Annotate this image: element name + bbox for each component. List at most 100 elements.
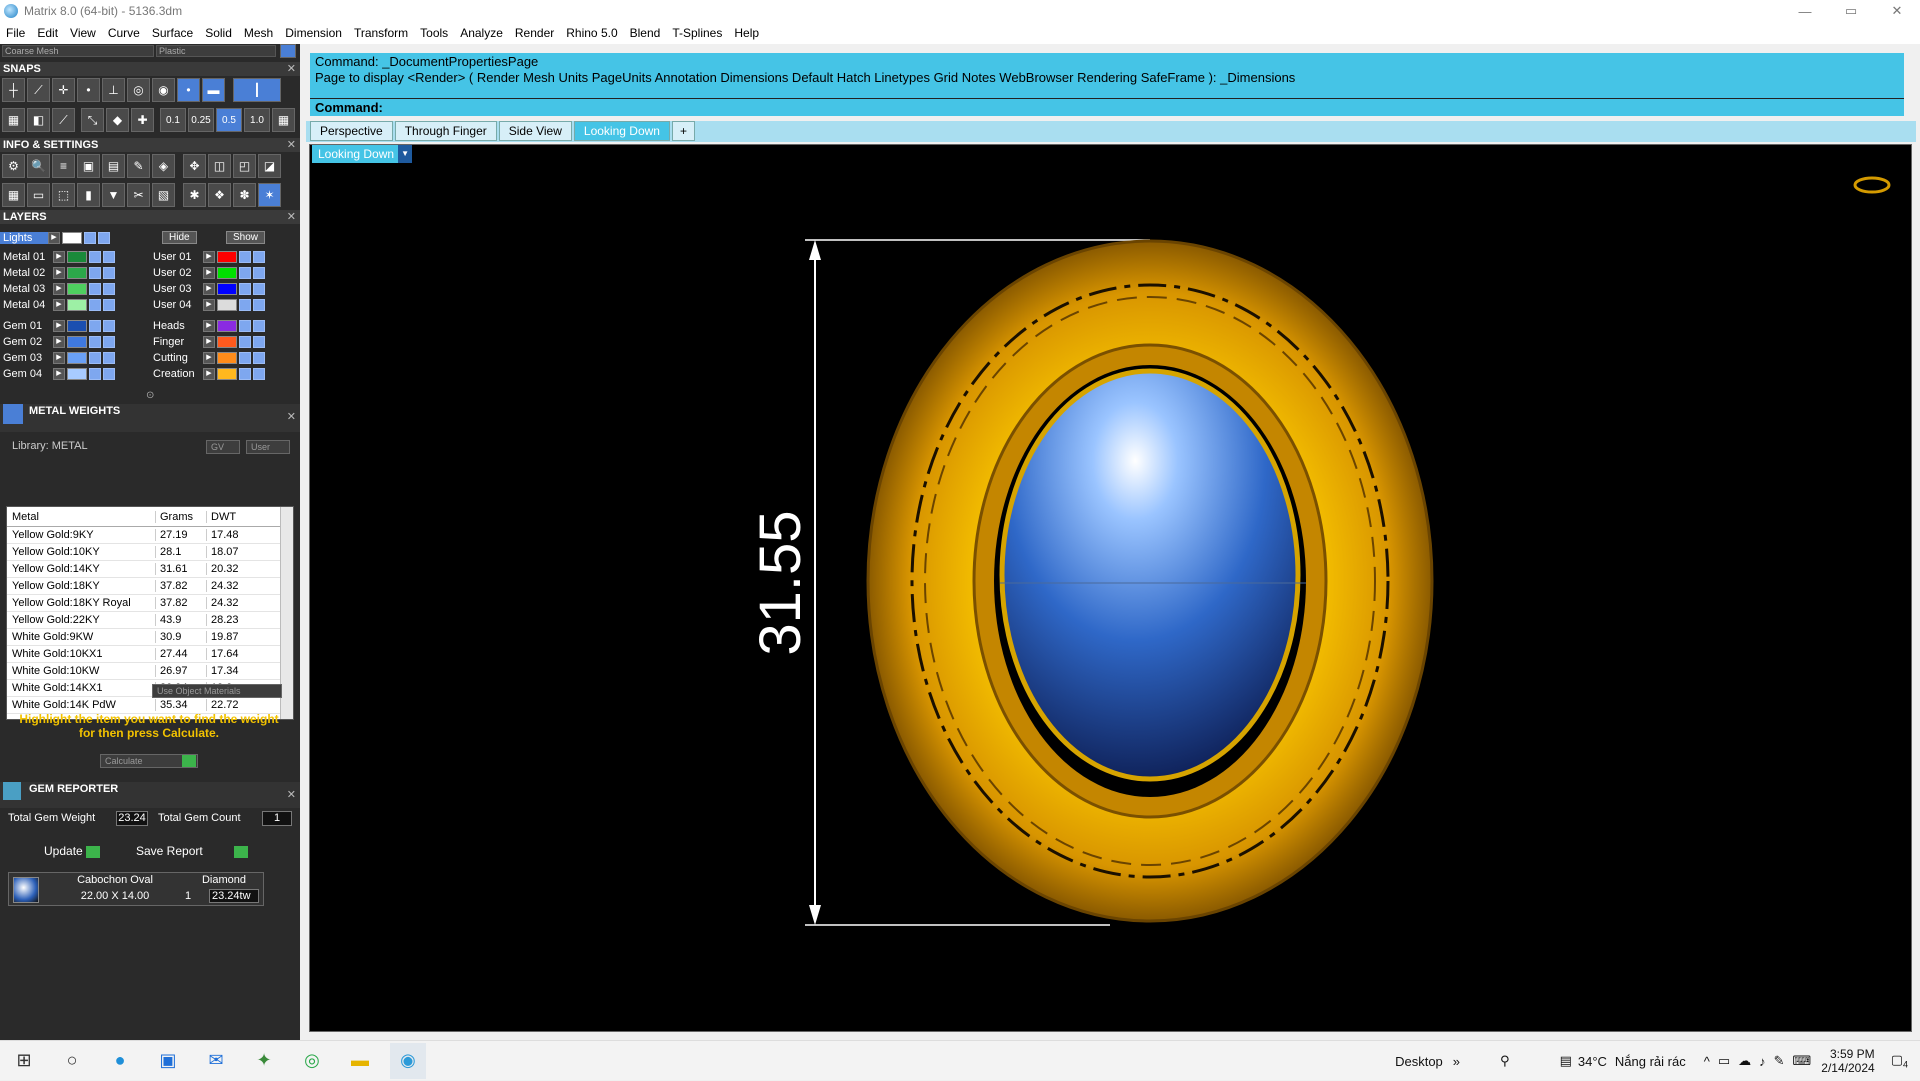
expand-arrow-icon[interactable]: ▶ [53,250,65,263]
lock-icon[interactable] [239,319,251,332]
pen-icon[interactable]: ✎ [1774,1053,1785,1069]
menu-rhino[interactable]: Rhino 5.0 [560,26,623,40]
bezel-icon[interactable]: ✽ [233,183,256,207]
zoom-icon[interactable]: 🔍 [27,154,50,178]
table-row[interactable]: Yellow Gold:18KY 37.82 24.32 [7,578,293,595]
lock-icon[interactable] [239,266,251,279]
gem-icon[interactable]: ◈ [152,154,175,178]
layer-color-swatch[interactable] [67,319,87,332]
lock-icon[interactable] [239,250,251,263]
expand-arrow-icon[interactable]: ▶ [53,266,65,279]
user-toggle[interactable]: User [246,440,290,454]
menu-mesh[interactable]: Mesh [238,26,279,40]
network-icon[interactable]: ▭ [1718,1053,1730,1069]
table-row[interactable]: Yellow Gold:18KY Royal 37.82 24.32 [7,595,293,612]
menu-solid[interactable]: Solid [199,26,238,40]
layer-color-swatch[interactable] [217,298,237,311]
save-icon[interactable]: ▤ [102,154,125,178]
layer-color-swatch[interactable] [217,282,237,295]
lock-icon[interactable] [89,250,101,263]
visibility-icon[interactable] [253,298,265,311]
notification-icon[interactable]: ▢4 [1891,1052,1908,1070]
expand-arrow-icon[interactable]: ▶ [203,298,215,311]
settings-gear-icon[interactable]: ⚙ [2,154,25,178]
smart-track-icon[interactable]: ⤡ [81,108,104,132]
lock-icon[interactable] [239,351,251,364]
cube-wire-icon[interactable]: ⬚ [52,183,75,207]
lock-icon[interactable] [239,335,251,348]
menu-tsplines[interactable]: T-Splines [666,26,728,40]
visibility-icon[interactable] [253,319,265,332]
expand-arrow-icon[interactable]: ▶ [53,282,65,295]
expand-arrow-icon[interactable]: ▶ [203,266,215,279]
visibility-icon[interactable] [103,266,115,279]
tab-looking-down[interactable]: Looking Down [573,121,670,141]
table-row[interactable]: White Gold:9KW 30.9 19.87 [7,629,293,646]
layer-row[interactable]: User 01 ▶ [150,249,267,264]
ortho-icon[interactable]: ◧ [27,108,50,132]
minimize-button[interactable]: — [1782,0,1828,22]
menu-file[interactable]: File [0,26,31,40]
scissors-icon[interactable]: ✂ [127,183,150,207]
visibility-icon[interactable] [253,367,265,380]
render-icon[interactable]: ◪ [258,154,281,178]
snap-step-10[interactable]: 1.0 [244,108,270,132]
visibility-icon[interactable] [103,335,115,348]
expand-arrow-icon[interactable]: ▶ [53,335,65,348]
visibility-icon[interactable] [253,266,265,279]
lock-icon[interactable] [89,266,101,279]
lock-icon[interactable] [89,298,101,311]
pave-icon[interactable]: ❖ [208,183,231,207]
gv-toggle[interactable]: GV [206,440,240,454]
grid-icon[interactable]: ▦ [2,183,25,207]
tab-through-finger[interactable]: Through Finger [394,121,497,141]
layer-row[interactable]: Metal 02 ▶ [0,265,117,280]
layer-row[interactable]: Metal 01 ▶ [0,249,117,264]
layer-color-swatch[interactable] [217,250,237,263]
layer-row[interactable]: Gem 01 ▶ [0,318,117,333]
record-history-icon[interactable]: ✚ [131,108,154,132]
volume-icon[interactable]: ♪ [1759,1054,1766,1069]
layer-color-swatch[interactable] [67,367,87,380]
calculate-button[interactable]: Calculate [100,754,198,768]
layer-color-swatch[interactable] [217,335,237,348]
menu-edit[interactable]: Edit [31,26,64,40]
snap-near-icon[interactable]: ⟋ [27,78,50,102]
layer-row[interactable]: User 03 ▶ [150,281,267,296]
layer-row[interactable]: Cutting ▶ [150,350,267,365]
menu-blend[interactable]: Blend [624,26,667,40]
box-icon[interactable]: ◰ [233,154,256,178]
snap-point-icon[interactable]: ✛ [52,78,75,102]
person-icon[interactable]: ⚲ [1500,1053,1510,1069]
snap-center-icon[interactable]: ◎ [127,78,150,102]
hide-layers-button[interactable]: Hide [162,230,197,245]
layer-color-swatch[interactable] [217,266,237,279]
snap-quad-icon[interactable]: ◉ [152,78,175,102]
transform-icon[interactable]: ✥ [183,154,206,178]
search-icon[interactable]: ○ [54,1043,90,1079]
show-layers-button[interactable]: Show [226,230,266,245]
table-row[interactable]: White Gold:10KX1 27.44 17.64 [7,646,293,663]
cylinder-icon[interactable]: ▮ [77,183,100,207]
clock[interactable]: 3:59 PM 2/14/2024 [1821,1047,1874,1075]
lock-icon[interactable] [89,319,101,332]
command-prompt[interactable]: Command: [310,98,1904,116]
material-select[interactable]: Plastic [156,45,276,57]
layer-row[interactable]: Gem 04 ▶ [0,366,117,381]
snap-grid-icon[interactable]: ▦ [272,108,295,132]
update-button[interactable]: Update [44,844,101,858]
layer-row[interactable]: Gem 02 ▶ [0,334,117,349]
snap-step-025[interactable]: 0.25 [188,108,214,132]
layers-icon[interactable]: ≡ [52,154,75,178]
matrix-taskbar-icon[interactable]: ◉ [390,1042,426,1079]
viewport[interactable]: Looking Down ▼ 31.55 [309,144,1912,1032]
layer-row[interactable]: Heads ▶ [150,318,267,333]
store-icon[interactable]: ▣ [150,1043,186,1079]
cube-icon[interactable]: ▣ [77,154,100,178]
wechat-icon[interactable]: ◎ [294,1043,330,1079]
table-row[interactable]: Yellow Gold:10KY 28.1 18.07 [7,544,293,561]
layer-row[interactable]: User 04 ▶ [150,297,267,312]
menu-render[interactable]: Render [509,26,560,40]
snap-mid-icon[interactable]: • [77,78,100,102]
snap-step-05[interactable]: 0.5 [216,108,242,132]
